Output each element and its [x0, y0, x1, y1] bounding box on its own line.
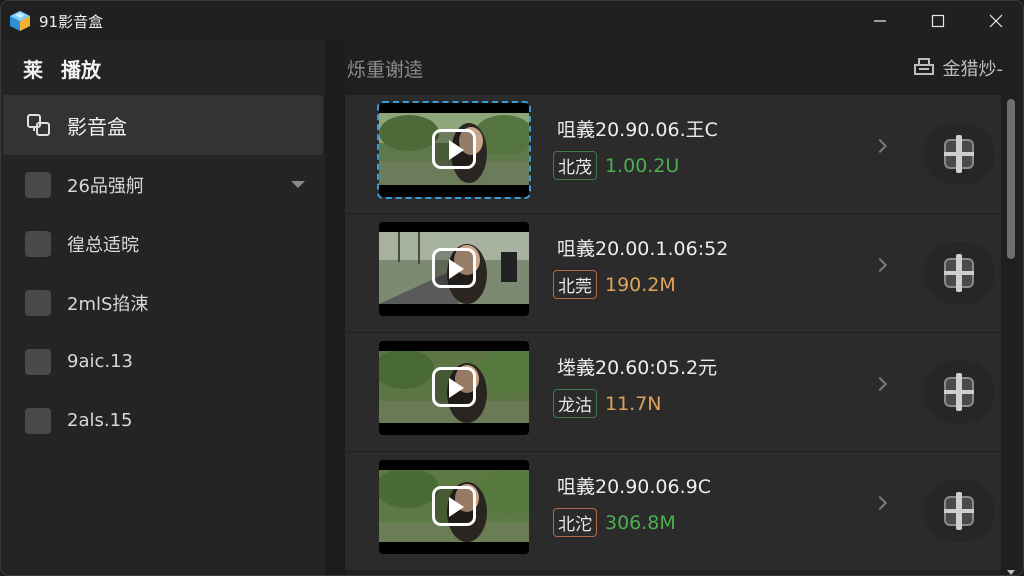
sidebar-checkbox[interactable]: [25, 348, 51, 375]
sidebar-checkbox[interactable]: [25, 171, 51, 198]
video-meta: 北茂 1.00.2U: [553, 151, 679, 180]
sidebar-item-1[interactable]: 26品强舸: [1, 155, 325, 214]
sidebar-item-label: 徨总适晥: [67, 234, 139, 256]
video-row[interactable]: 咀義20.90.06.9C 北沱 306.8M: [345, 452, 1001, 570]
trim-icon[interactable]: [944, 492, 974, 530]
sidebar-item-media-box[interactable]: 影音盒: [3, 95, 323, 155]
video-name: 咀義20.00.1.06:52: [557, 238, 729, 260]
chevron-right-icon[interactable]: [872, 257, 888, 273]
scroll-down-icon[interactable]: [1007, 570, 1015, 575]
video-list: 咀義20.90.06.王C 北茂 1.00.2U 咀義20.00.1.06:52…: [345, 95, 1001, 575]
play-icon[interactable]: [432, 129, 476, 169]
video-meta: 北沱 306.8M: [553, 508, 676, 537]
export-label: 金猎炒-: [942, 59, 1004, 80]
media-box-icon: [25, 111, 53, 139]
export-button[interactable]: 金猎炒-: [913, 55, 1004, 81]
row-action-area: [923, 361, 995, 423]
sidebar-header: 莱 播放: [1, 41, 325, 95]
video-thumbnail[interactable]: [379, 222, 529, 316]
chevron-right-icon[interactable]: [872, 495, 888, 511]
main-title: 烁重谢逵: [347, 58, 424, 81]
sidebar-header-play[interactable]: 播放: [61, 54, 101, 83]
minimize-icon[interactable]: [851, 1, 909, 41]
sidebar-item-label: 2als.15: [67, 410, 133, 431]
play-icon[interactable]: [432, 367, 476, 407]
scroll-thumb[interactable]: [1007, 99, 1015, 259]
export-icon: [913, 57, 935, 80]
sidebar-header-menu[interactable]: 莱: [23, 54, 43, 83]
title-bar: 91影音盒: [1, 1, 1023, 41]
video-thumbnail[interactable]: [379, 341, 529, 435]
video-size: 1.00.2U: [605, 154, 680, 177]
sidebar-item-label: 2mlS掐涑: [67, 293, 149, 315]
chevron-right-icon[interactable]: [872, 138, 888, 154]
sidebar-item-label: 9aic.13: [67, 351, 134, 372]
trim-icon[interactable]: [944, 254, 974, 292]
video-row[interactable]: 咀義20.90.06.王C 北茂 1.00.2U: [345, 95, 1001, 213]
row-action-area: [923, 480, 995, 542]
chevron-right-icon[interactable]: [872, 376, 888, 392]
window-controls: [851, 1, 1023, 41]
app-window: 91影音盒 莱 播放 影音盒 26品强舸 徨总适晥 2mlS掐涑 9aic.13…: [0, 0, 1024, 576]
video-name: 堘義20.60:05.2元: [557, 357, 718, 379]
sidebar-item-5[interactable]: 2als.15: [1, 391, 325, 450]
main-header: 烁重谢逵 金猎炒-: [345, 41, 1023, 95]
sidebar-checkbox[interactable]: [25, 407, 51, 434]
video-thumbnail[interactable]: [377, 101, 531, 199]
video-row[interactable]: 堘義20.60:05.2元 龙沽 11.7N: [345, 333, 1001, 451]
video-size: 306.8M: [605, 511, 676, 534]
video-meta: 北莞 190.2M: [553, 270, 676, 299]
sidebar-checkbox[interactable]: [25, 289, 51, 316]
trim-icon[interactable]: [944, 373, 974, 411]
sidebar-divider: [325, 41, 345, 575]
video-name: 咀義20.90.06.王C: [557, 119, 718, 141]
sidebar: 莱 播放 影音盒 26品强舸 徨总适晥 2mlS掐涑 9aic.13 2als.…: [1, 41, 325, 575]
sidebar-checkbox[interactable]: [25, 230, 51, 257]
sidebar-item-3[interactable]: 2mlS掐涑: [1, 273, 325, 332]
main-panel: 烁重谢逵 金猎炒- 咀義20.90.06.王C 北茂 1.00.2U 咀義20.…: [345, 41, 1023, 575]
close-icon[interactable]: [967, 1, 1023, 41]
sidebar-item-4[interactable]: 9aic.13: [1, 332, 325, 391]
maximize-icon[interactable]: [909, 1, 967, 41]
video-tag: 龙沽: [553, 389, 597, 418]
video-thumbnail[interactable]: [379, 460, 529, 554]
chevron-down-icon[interactable]: [291, 181, 305, 188]
scrollbar[interactable]: [1005, 95, 1017, 575]
video-meta: 龙沽 11.7N: [553, 389, 662, 418]
play-icon[interactable]: [432, 486, 476, 526]
app-title: 91影音盒: [39, 12, 104, 31]
video-tag: 北莞: [553, 270, 597, 299]
app-logo-icon: [9, 10, 31, 32]
sidebar-item-2[interactable]: 徨总适晥: [1, 214, 325, 273]
video-size: 190.2M: [605, 273, 676, 296]
video-size: 11.7N: [605, 392, 662, 415]
play-icon[interactable]: [432, 248, 476, 288]
sidebar-item-label: 影音盒: [67, 114, 127, 139]
row-action-area: [923, 123, 995, 185]
video-row[interactable]: 咀義20.00.1.06:52 北莞 190.2M: [345, 214, 1001, 332]
video-tag: 北沱: [553, 508, 597, 537]
row-action-area: [923, 242, 995, 304]
trim-icon[interactable]: [944, 135, 974, 173]
video-name: 咀義20.90.06.9C: [557, 476, 712, 498]
sidebar-item-label: 26品强舸: [67, 175, 144, 197]
video-tag: 北茂: [553, 151, 597, 180]
